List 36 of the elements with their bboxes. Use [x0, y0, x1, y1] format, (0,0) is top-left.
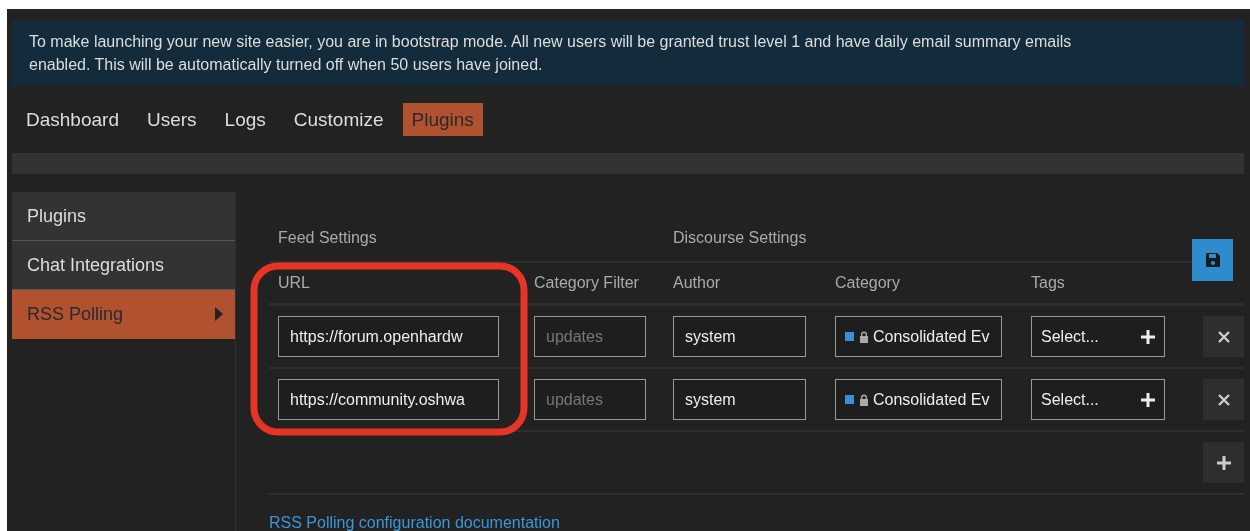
plus-icon — [1216, 455, 1231, 470]
column-header: Tags — [1031, 274, 1065, 292]
group-heading: Discourse Settings — [673, 229, 807, 247]
column-header: Category Filter — [534, 274, 639, 292]
delete-button[interactable] — [1203, 379, 1244, 420]
category-dropdown[interactable]: Consolidated Ev — [835, 379, 1002, 420]
category-dropdown[interactable]: Consolidated Ev — [835, 316, 1002, 357]
column-header: Category — [835, 274, 900, 292]
tags-dropdown[interactable]: Select... — [1031, 379, 1165, 420]
group-heading: Feed Settings — [278, 229, 377, 247]
category-filter-field[interactable]: updates — [534, 379, 646, 420]
column-header: URL — [278, 274, 310, 292]
close-icon — [1217, 330, 1230, 343]
save-button[interactable] — [1192, 239, 1233, 281]
url-field[interactable]: https://community.oshwa — [278, 379, 499, 420]
category-filter-field[interactable]: updates — [534, 316, 646, 357]
close-icon — [1217, 393, 1230, 406]
sidebar-item[interactable]: Plugins — [12, 192, 235, 241]
sidebar-item[interactable]: Chat Integrations — [12, 241, 235, 290]
plus-icon — [1141, 392, 1155, 407]
plus-icon — [1141, 329, 1155, 344]
caret-icon — [215, 307, 223, 321]
add-button[interactable] — [1203, 442, 1244, 483]
tags-dropdown[interactable]: Select... — [1031, 316, 1165, 357]
author-field[interactable]: system — [673, 316, 806, 357]
documentation-link[interactable]: RSS Polling configuration documentation — [269, 514, 560, 531]
nav-tab[interactable]: Users — [137, 103, 206, 136]
author-field[interactable]: system — [673, 379, 806, 420]
notice-text: To make launching your new site easier, you are in bootstrap mode. All new users will be granted trust level 1 and have daily email summary emails enabled. This will be automatically turned off when 50 users have joined. — [29, 33, 1072, 73]
nav-tab[interactable]: Dashboard — [17, 103, 128, 136]
delete-button[interactable] — [1203, 316, 1244, 357]
url-field[interactable]: https://forum.openhardw — [278, 316, 499, 357]
nav-tab[interactable]: Customize — [284, 103, 393, 136]
column-header: Author — [673, 274, 721, 292]
nav-tab[interactable]: Logs — [215, 103, 275, 136]
save-icon — [1204, 252, 1221, 268]
